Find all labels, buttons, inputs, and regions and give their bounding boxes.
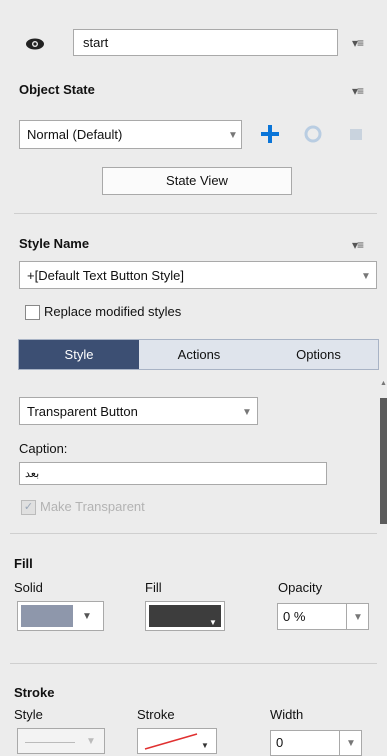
stroke-width-input[interactable]: 0 ▼ [270, 730, 362, 756]
chevron-down-icon: ▼ [201, 741, 209, 750]
stroke-style-label: Style [14, 707, 43, 722]
chevron-down-icon: ▼ [346, 738, 356, 749]
tab-style[interactable]: Style [19, 340, 139, 369]
button-type-select[interactable]: Transparent Button ▼ [19, 397, 258, 425]
stroke-style-select[interactable]: ▼ [17, 728, 105, 754]
state-view-button[interactable]: State View [102, 167, 292, 195]
make-transparent-checkbox[interactable]: ✓ [21, 500, 36, 515]
divider [10, 533, 377, 534]
scroll-up-arrow[interactable]: ▲ [380, 380, 387, 387]
tab-options-label: Options [296, 347, 341, 362]
fill-color-picker[interactable]: ▼ [145, 601, 225, 631]
state-select-value: Normal (Default) [27, 127, 123, 142]
chevron-down-icon: ▼ [82, 611, 92, 622]
chevron-down-icon: ▼ [242, 407, 252, 418]
fill-title: Fill [14, 556, 33, 571]
style-name-menu-icon[interactable]: ▾≡ [352, 238, 364, 252]
opacity-value: 0 % [283, 609, 306, 624]
divider [14, 213, 377, 214]
stroke-width-label: Width [270, 707, 304, 722]
refresh-state-icon[interactable] [303, 124, 323, 144]
divider [10, 663, 377, 664]
state-view-label: State View [166, 173, 228, 188]
tab-actions-label: Actions [177, 347, 221, 362]
object-state-menu-icon[interactable]: ▾≡ [352, 84, 364, 98]
replace-modified-checkbox[interactable] [25, 305, 40, 320]
add-state-icon[interactable] [258, 122, 282, 146]
visibility-eye-icon[interactable] [24, 37, 46, 51]
solid-color-picker[interactable]: ▼ [17, 601, 104, 631]
style-name-value: +[Default Text Button Style] [27, 268, 184, 283]
object-name-input[interactable]: start [73, 29, 338, 56]
make-transparent-label: Make Transparent [40, 499, 145, 514]
style-name-select[interactable]: +[Default Text Button Style] ▼ [19, 261, 377, 289]
tab-style-label: Style [64, 347, 94, 362]
stroke-color-picker[interactable]: ▼ [137, 728, 217, 754]
chevron-down-icon: ▼ [361, 271, 371, 282]
chevron-down-icon: ▼ [209, 618, 217, 627]
header-menu-icon[interactable]: ▾≡ [352, 36, 364, 50]
tab-bar: Style Actions Options [18, 339, 379, 370]
state-select[interactable]: Normal (Default) ▼ [19, 120, 242, 149]
stroke-color-label: Stroke [137, 707, 175, 722]
chevron-down-icon: ▼ [86, 736, 96, 747]
stroke-width-value: 0 [276, 735, 284, 750]
tab-options[interactable]: Options [259, 340, 378, 369]
stroke-title: Stroke [14, 685, 55, 700]
opacity-dropdown-button[interactable]: ▼ [346, 604, 369, 629]
opacity-label: Opacity [278, 580, 323, 595]
line-style-icon [25, 742, 75, 743]
opacity-input[interactable]: 0 % ▼ [277, 603, 369, 630]
button-type-value: Transparent Button [27, 404, 138, 419]
delete-state-icon[interactable] [348, 126, 364, 142]
no-stroke-icon [144, 733, 198, 750]
fill-label: Fill [145, 580, 162, 595]
scrollbar-thumb[interactable] [380, 398, 387, 524]
solid-color-swatch [21, 605, 73, 627]
solid-label: Solid [14, 580, 43, 595]
caption-label: Caption: [19, 441, 68, 456]
tab-actions[interactable]: Actions [139, 340, 259, 369]
style-name-title: Style Name [19, 236, 90, 251]
object-state-title: Object State [19, 82, 95, 97]
caption-input[interactable]: ﺑﻌﺪ [19, 462, 327, 485]
stroke-width-dropdown-button[interactable]: ▼ [339, 731, 362, 755]
caption-value: ﺑﻌﺪ [25, 468, 40, 480]
chevron-down-icon: ▼ [353, 612, 363, 623]
replace-modified-label: Replace modified styles [44, 304, 182, 319]
object-name-value: start [83, 35, 109, 50]
chevron-down-icon: ▼ [228, 130, 238, 141]
